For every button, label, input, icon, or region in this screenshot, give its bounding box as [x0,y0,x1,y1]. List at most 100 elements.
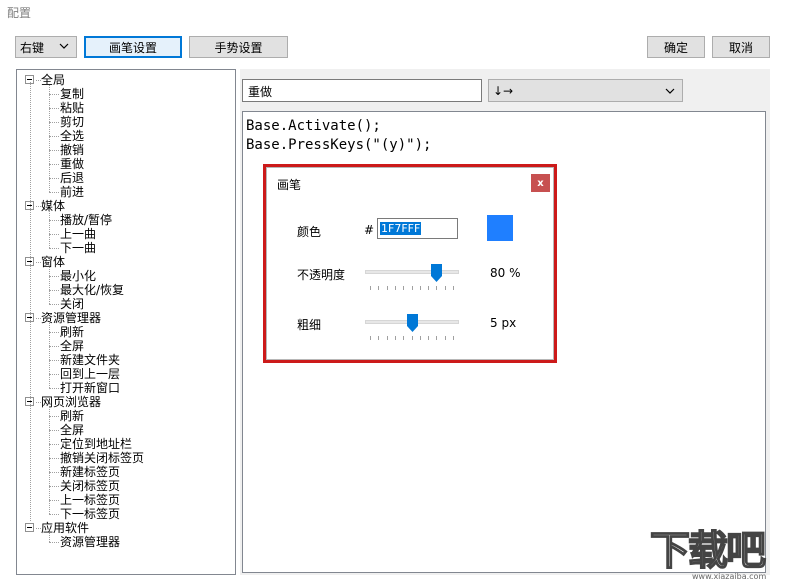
slider-tick [403,336,404,340]
tree-connector [49,192,59,193]
tree-connector [49,220,59,221]
slider-tick [436,286,437,290]
tree-item[interactable]: 前进 [60,185,84,199]
tree-connector [30,82,31,521]
slider-tick [395,286,396,290]
tree-connector [49,360,59,361]
slider-tick [420,286,421,290]
tree-connector [49,407,50,514]
tree-item[interactable]: 新建文件夹 [60,353,120,367]
opacity-value: 80 % [490,266,521,280]
tree-group[interactable]: 网页浏览器 [41,395,101,409]
cancel-button[interactable]: 取消 [712,36,770,58]
slider-tick [436,336,437,340]
gesture-direction-value: ↓→ [493,83,514,98]
tree-connector [49,416,59,417]
color-hex-value: 1F7FFF [380,222,422,235]
tree-item[interactable]: 关闭 [60,297,84,311]
width-value: 5 px [490,316,517,330]
tree-connector [49,178,59,179]
tree-item[interactable]: 后退 [60,171,84,185]
tree-connector [49,122,59,123]
pen-settings-dialog: 画笔 x 颜色 # 1F7FFF 不透明度 80 % 粗细 5 px [263,164,557,363]
gesture-settings-button[interactable]: 手势设置 [189,36,288,58]
width-slider-thumb[interactable] [407,314,418,332]
color-label: 颜色 [297,225,322,239]
tree-item[interactable]: 重做 [60,157,84,171]
slider-tick [378,286,379,290]
tree-item[interactable]: 剪切 [60,115,84,129]
pen-settings-button[interactable]: 画笔设置 [84,36,182,58]
slider-tick [370,286,371,290]
tree-item[interactable]: 回到上一层 [60,367,120,381]
tree-connector [49,164,59,165]
tree-connector [49,267,50,304]
tree-item[interactable]: 定位到地址栏 [60,437,132,451]
color-swatch[interactable] [487,215,513,241]
width-slider[interactable] [365,314,459,334]
ok-button[interactable]: 确定 [647,36,705,58]
tree-item[interactable]: 上一曲 [60,227,96,241]
tree-group[interactable]: 窗体 [41,255,65,269]
tree-group[interactable]: 资源管理器 [41,311,101,325]
tree-item[interactable]: 全屏 [60,423,84,437]
tree-item[interactable]: 播放/暂停 [60,213,112,227]
tree-item[interactable]: 最大化/恢复 [60,283,124,297]
opacity-slider-thumb[interactable] [431,264,442,282]
slider-tick [403,286,404,290]
tree-item[interactable]: 关闭标签页 [60,479,120,493]
tree-connector [49,374,59,375]
tree-connector [49,276,59,277]
tree-item[interactable]: 复制 [60,87,84,101]
slider-tick [428,336,429,340]
mouse-button-select[interactable]: 右键 [15,36,77,58]
tree-group[interactable]: 全局 [41,73,65,87]
tree-item[interactable]: 资源管理器 [60,535,120,549]
collapse-toggle-icon[interactable] [25,523,34,532]
watermark-logo: 下载吧 www.xiazaiba.com [649,527,767,581]
tree-item[interactable]: 打开新窗口 [60,381,120,395]
tree-connector [49,108,59,109]
chevron-down-icon [59,43,69,49]
slider-tick [412,336,413,340]
tree-item[interactable]: 最小化 [60,269,96,283]
gesture-name-input[interactable]: 重做 [242,79,482,102]
slider-tick [453,286,454,290]
code-line: Base.Activate(); [246,118,381,134]
tree-item[interactable]: 刷新 [60,409,84,423]
hash-label: # [364,223,375,237]
gesture-tree[interactable]: 全局 复制 粘贴 剪切 全选 撤销 重做 后退 前进 媒体 播放/暂停 上一曲 下一曲 窗体 最小化 最大化/… [16,69,236,575]
tree-item[interactable]: 全屏 [60,339,84,353]
tree-item[interactable]: 刷新 [60,325,84,339]
tree-connector [49,94,59,95]
tree-item[interactable]: 撤销 [60,143,84,157]
tree-item[interactable]: 粘贴 [60,101,84,115]
tree-connector [49,388,59,389]
color-hex-input[interactable]: 1F7FFF [377,218,458,239]
width-label: 粗细 [297,318,322,332]
pen-dialog-title: 画笔 [277,178,302,192]
tree-connector [49,332,59,333]
tree-item[interactable]: 撤销关闭标签页 [60,451,144,465]
gesture-direction-select[interactable]: ↓→ [488,79,683,102]
tree-item[interactable]: 下一曲 [60,241,96,255]
tree-connector [49,85,50,192]
tree-item[interactable]: 上一标签页 [60,493,120,507]
tree-item[interactable]: 下一标签页 [60,507,120,521]
slider-tick [420,336,421,340]
tree-connector [49,542,59,543]
slider-tick [395,336,396,340]
chevron-down-icon [665,88,675,94]
tree-connector [49,150,59,151]
tree-item[interactable]: 新建标签页 [60,465,120,479]
slider-tick [428,286,429,290]
tree-item[interactable]: 全选 [60,129,84,143]
tree-connector [49,304,59,305]
slider-tick [445,286,446,290]
close-icon[interactable]: x [531,174,550,192]
opacity-slider[interactable] [365,264,459,284]
slider-tick [453,336,454,340]
tree-group[interactable]: 媒体 [41,199,65,213]
tree-connector [49,211,50,248]
tree-connector [49,248,59,249]
